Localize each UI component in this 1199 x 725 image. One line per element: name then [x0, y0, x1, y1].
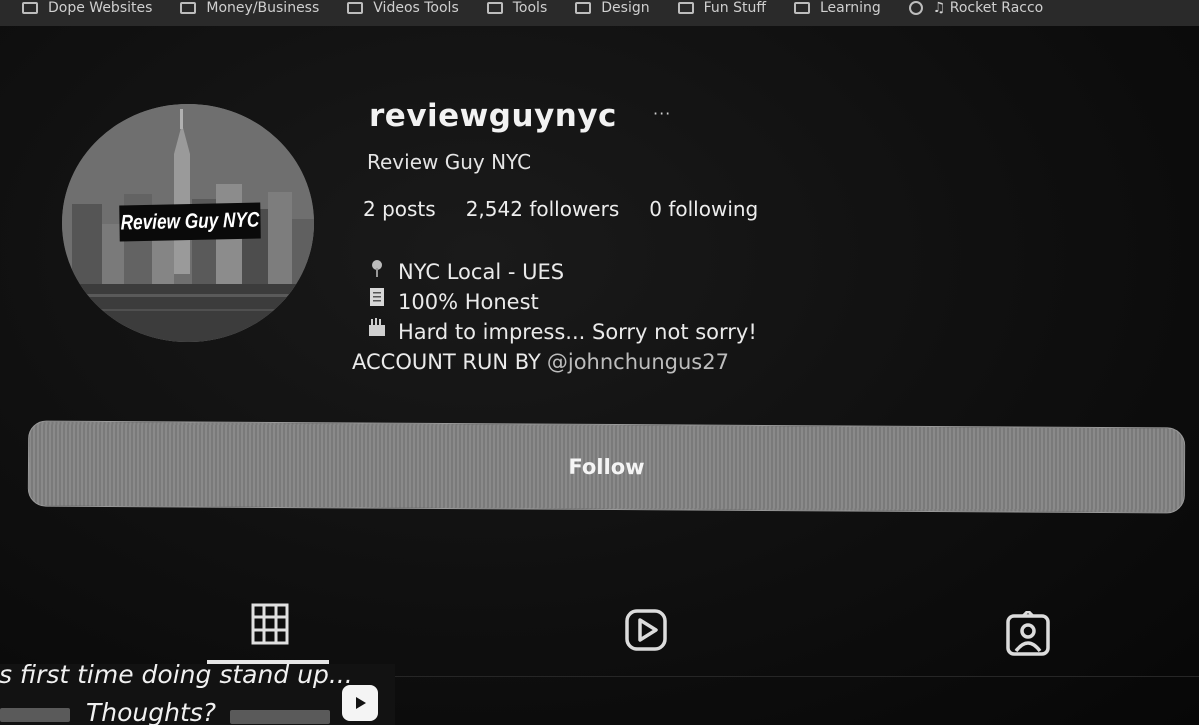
- bookmark-tools[interactable]: Tools: [486, 0, 548, 16]
- tab-tagged[interactable]: [1004, 610, 1052, 658]
- bookmark-label: Tools: [512, 0, 548, 16]
- bookmark-label: Learning: [819, 0, 881, 16]
- blurred-text: [0, 708, 70, 722]
- bio-mention-link[interactable]: @johnchungus27: [547, 347, 729, 377]
- post-thumbnail[interactable]: is first time doing stand up... Thoughts…: [0, 664, 395, 725]
- bookmark-money-business[interactable]: Money/Business: [180, 0, 319, 16]
- bookmarks-bar: Dope Websites Money/Business Videos Tool…: [0, 0, 1199, 26]
- bio-line: 100% Honest: [352, 287, 757, 317]
- blurred-text: [230, 710, 330, 724]
- bio-tagline: Hard to impress... Sorry not sorry!: [398, 320, 757, 344]
- followers-count[interactable]: 2,542 followers: [466, 197, 620, 221]
- pin-icon: [366, 257, 388, 287]
- follow-button[interactable]: Follow: [27, 420, 1186, 514]
- document-icon: [366, 287, 388, 317]
- profile-username: reviewguynyc: [369, 98, 617, 134]
- folder-icon: [793, 2, 810, 14]
- profile-stats: 2 posts 2,542 followers 0 following: [363, 197, 788, 221]
- bookmark-learning[interactable]: Learning: [793, 0, 881, 16]
- clapper-icon: [366, 317, 388, 347]
- bio-honest: 100% Honest: [398, 290, 539, 314]
- post-caption-line: Thoughts?: [86, 698, 217, 725]
- play-icon: [356, 697, 366, 709]
- bio-line: NYC Local - UES: [352, 257, 757, 287]
- bookmark-label: Money/Business: [206, 0, 320, 16]
- profile-full-name: Review Guy NYC: [367, 150, 532, 174]
- following-count[interactable]: 0 following: [649, 197, 758, 221]
- profile-avatar[interactable]: Review Guy NYC: [62, 104, 314, 342]
- posts-count[interactable]: 2 posts: [363, 197, 436, 221]
- bookmark-dope-websites[interactable]: Dope Websites: [22, 0, 152, 16]
- bio-account-run-by: ACCOUNT RUN BY: [352, 350, 541, 374]
- profile-bio: NYC Local - UES 100% Honest Hard to impr…: [352, 257, 757, 377]
- bio-line: ACCOUNT RUN BY @johnchungus27: [352, 347, 757, 377]
- tab-posts[interactable]: [246, 600, 294, 648]
- bio-line: Hard to impress... Sorry not sorry!: [352, 317, 757, 347]
- folder-icon: [486, 2, 503, 14]
- bookmark-rocket-raccoon[interactable]: ♫ Rocket Racco: [908, 0, 1044, 16]
- bookmark-label: Videos Tools: [373, 0, 459, 16]
- tagged-user-icon: [1006, 611, 1050, 656]
- more-options-icon[interactable]: ···: [653, 104, 671, 123]
- folder-icon: [575, 2, 592, 14]
- bookmark-label: Fun Stuff: [703, 0, 766, 16]
- bookmark-fun-stuff[interactable]: Fun Stuff: [677, 0, 766, 16]
- tab-reels[interactable]: [622, 606, 670, 654]
- folder-icon: [180, 2, 197, 14]
- globe-icon: [908, 1, 923, 15]
- bookmark-video-tools[interactable]: Videos Tools: [347, 0, 459, 16]
- video-badge: [342, 685, 378, 721]
- folder-icon: [347, 2, 364, 14]
- instagram-profile-page: Dope Websites Money/Business Videos Tool…: [0, 0, 1199, 725]
- bookmark-label: ♫ Rocket Racco: [932, 0, 1044, 16]
- bookmark-label: Design: [601, 0, 650, 16]
- bookmark-design[interactable]: Design: [575, 0, 650, 16]
- grid-icon: [251, 603, 289, 645]
- folder-icon: [22, 2, 38, 14]
- play-square-icon: [625, 609, 667, 651]
- folder-icon: [677, 2, 694, 14]
- bio-location: NYC Local - UES: [398, 260, 565, 284]
- post-caption-line: is first time doing stand up...: [0, 664, 353, 689]
- avatar-label: Review Guy NYC: [119, 202, 261, 242]
- bookmark-label: Dope Websites: [48, 0, 153, 16]
